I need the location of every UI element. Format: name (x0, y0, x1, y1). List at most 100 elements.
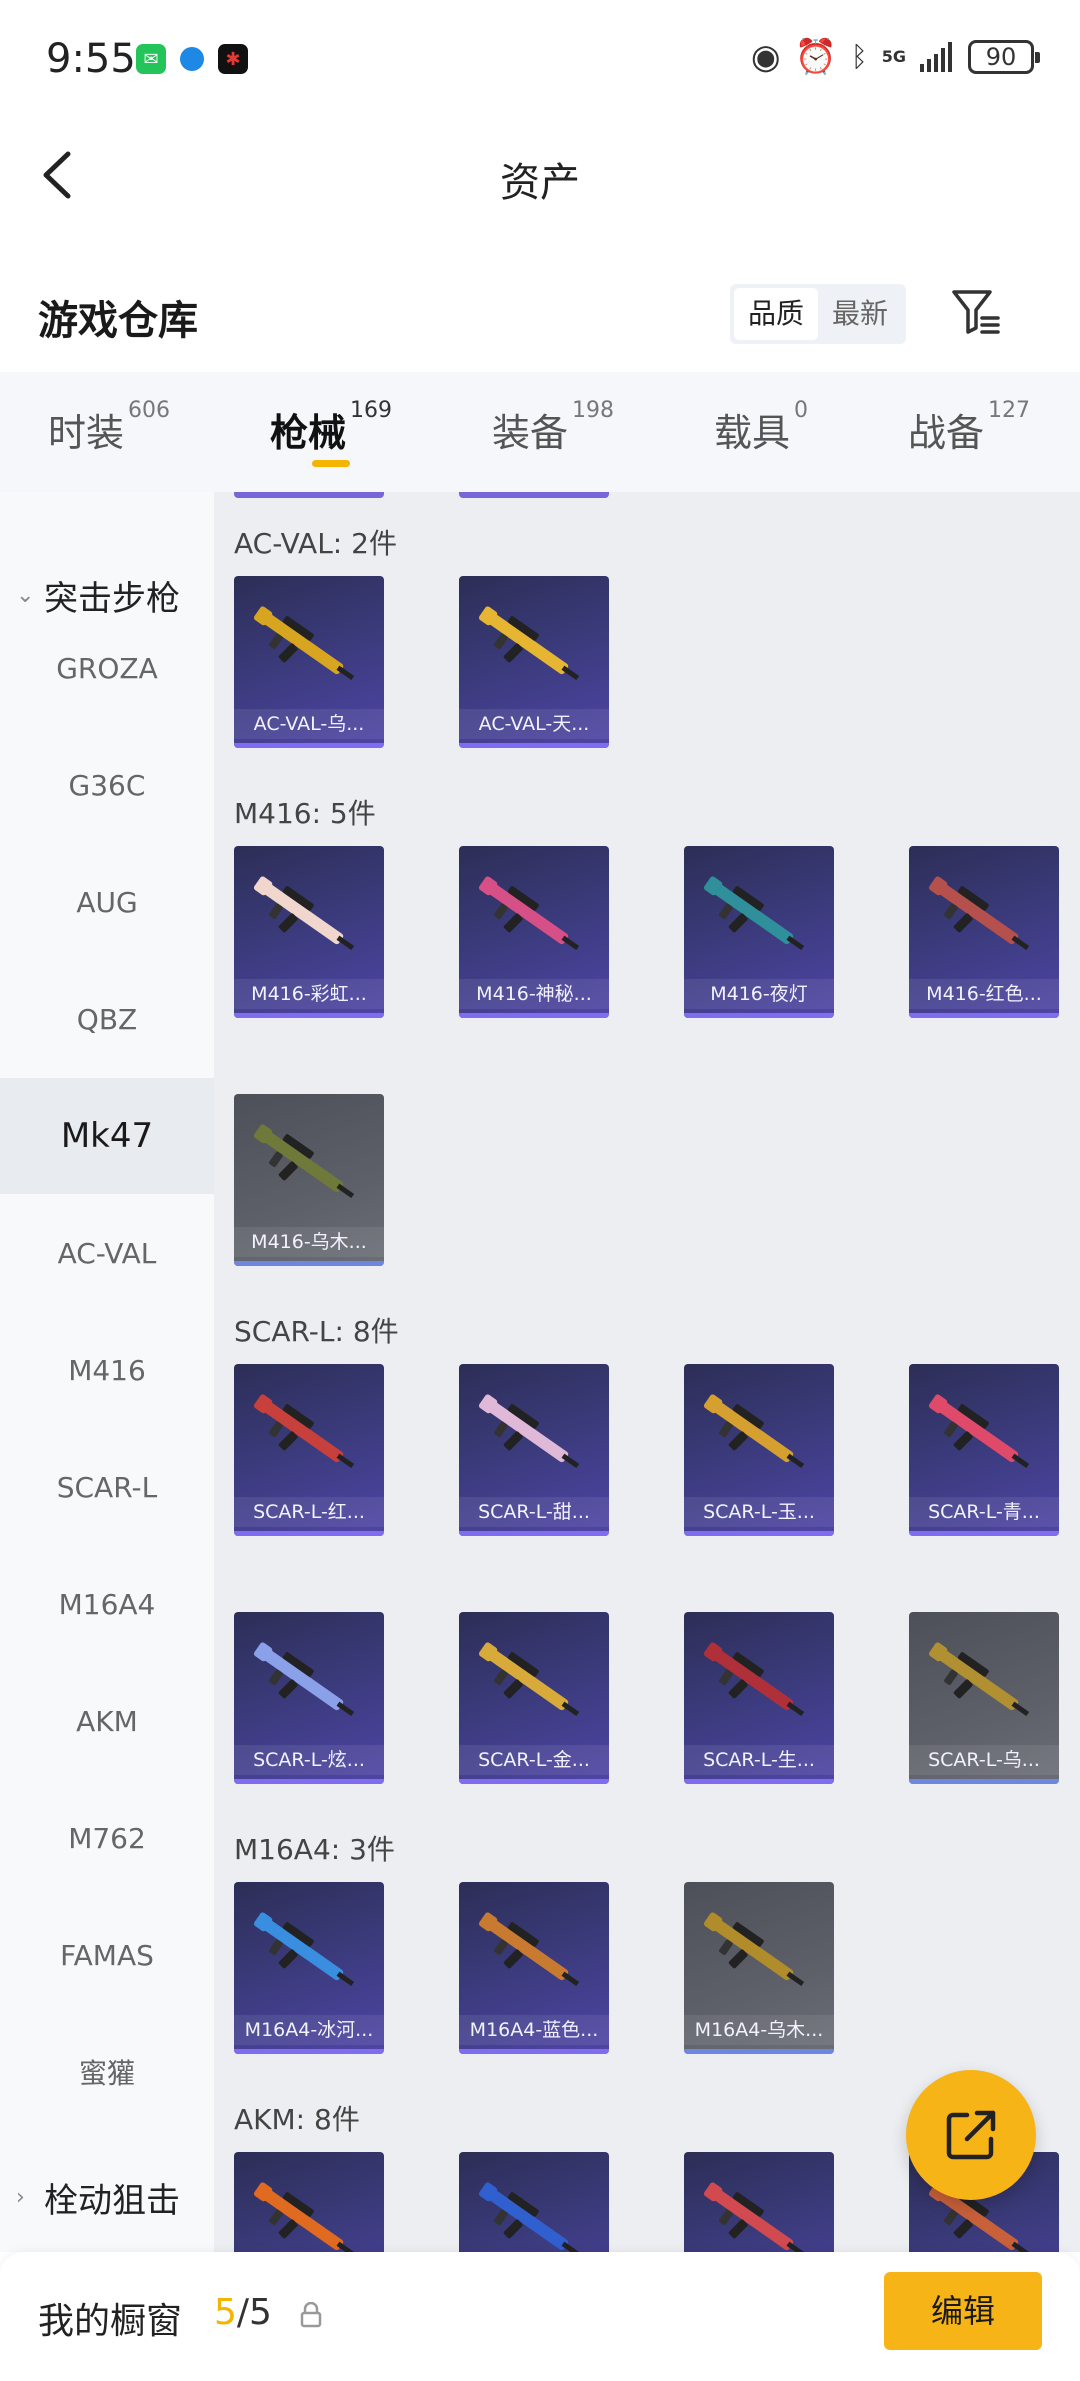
skin-card[interactable]: SCAR-L-玉... (684, 1364, 834, 1536)
skin-card[interactable]: M416-彩虹... (234, 846, 384, 1018)
sidebar-item-aug[interactable]: AUG (0, 844, 214, 960)
skin-card[interactable]: M416-乌木... (234, 1094, 384, 1266)
skin-card[interactable]: AC-VAL-乌... (234, 576, 384, 748)
nav-bar: 资产 (0, 120, 1080, 230)
sidebar-item-akm[interactable]: AKM (0, 1663, 214, 1779)
sidebar-item-m762[interactable]: M762 (0, 1780, 214, 1896)
rifle-icon (703, 2182, 805, 2252)
skin-card[interactable]: M416-红色... (909, 846, 1059, 1018)
tab-label: 战备 (908, 411, 985, 455)
eye-icon: ◉ (750, 37, 781, 77)
sidebar-item-ac-val[interactable]: AC-VAL (0, 1195, 214, 1311)
wechat-icon: ✉ (136, 44, 166, 74)
skin-card-label: AC-VAL-乌... (234, 709, 384, 739)
sidebar-item-scar-l[interactable]: SCAR-L (0, 1429, 214, 1545)
sidebar-item-honey-badger[interactable]: 蜜獾 (0, 2014, 214, 2130)
sidebar-item-g36c[interactable]: G36C (0, 727, 214, 843)
tab-count: 606 (128, 398, 171, 423)
tab-label: 载具 (714, 411, 791, 455)
rifle-icon (928, 1394, 1030, 1469)
edit-button[interactable]: 编辑 (884, 2272, 1042, 2350)
sidebar-item-m16a4[interactable]: M16A4 (0, 1546, 214, 1662)
sidebar-item-famas[interactable]: FAMAS (0, 1897, 214, 2013)
sidebar-item-qbz[interactable]: QBZ (0, 961, 214, 1077)
skin-card[interactable]: AKM-龙的传人 (234, 2152, 384, 2252)
filter-icon (952, 290, 1000, 334)
weapon-skin-grid: AC-VAL: 2件 AC-VAL-乌... AC-VAL-天... M416: 5件… (214, 492, 1080, 2252)
bluetooth-icon: ᛒ (850, 40, 868, 73)
skin-card[interactable]: AKM-王牌投手 (459, 2152, 609, 2252)
lock-icon (300, 2302, 322, 2328)
chevron-down-icon: ⌄ (16, 582, 35, 608)
skin-card[interactable]: SCAR-L-甜... (459, 1364, 609, 1536)
skin-card[interactable]: M416-神秘... (459, 846, 609, 1018)
skin-card-label: AC-VAL-天... (459, 709, 609, 739)
assets-screen: 9:55 ✉ ✱ ◉ ⏰ ᛒ 5G 90 资产 游戏仓库 品质 最新 时装606… (0, 0, 1080, 2381)
alarm-icon: ⏰ (794, 37, 837, 77)
skin-card[interactable]: SCAR-L-青... (909, 1364, 1059, 1536)
skin-card-label: SCAR-L-炫... (234, 1745, 384, 1775)
rifle-icon (478, 1912, 580, 1987)
chevron-right-icon: › (16, 2184, 25, 2210)
tab-firearms[interactable]: 枪械169 (270, 398, 392, 457)
skin-card[interactable]: M16A4-冰河... (234, 1882, 384, 2054)
skin-card-label: M16A4-冰河... (234, 2015, 384, 2045)
skin-card[interactable]: SCAR-L-金... (459, 1612, 609, 1784)
tab-vehicles[interactable]: 载具0 (714, 398, 808, 457)
rifle-icon (253, 876, 355, 951)
sidebar-group-bolt-action[interactable]: › 栓动狙击 (0, 2152, 214, 2242)
category-tabs: 时装606 枪械169 装备198 载具0 战备127 (0, 372, 1080, 492)
battery-level: 90 (985, 43, 1017, 71)
tab-label: 枪械 (270, 411, 347, 455)
status-bar: 9:55 ✉ ✱ ◉ ⏰ ᛒ 5G 90 (0, 0, 1080, 120)
tab-count: 0 (794, 398, 809, 423)
network-type: 5G (881, 47, 906, 66)
skin-card[interactable]: M16A4-蓝色... (459, 1882, 609, 2054)
skin-card-label: M416-红色... (909, 979, 1059, 1009)
skin-card-label: M416-彩虹... (234, 979, 384, 1009)
filter-button[interactable] (946, 282, 1006, 342)
skin-card-label: SCAR-L-红... (234, 1497, 384, 1527)
skin-card-label: SCAR-L-生... (684, 1745, 834, 1775)
share-button[interactable] (906, 2070, 1036, 2200)
group-header: SCAR-L: 8件 (234, 1315, 399, 1348)
group-header: M416: 5件 (234, 797, 376, 830)
sidebar-item-m416[interactable]: M416 (0, 1312, 214, 1428)
skin-card[interactable]: SCAR-L-炫... (234, 1612, 384, 1784)
tab-label: 装备 (492, 411, 569, 455)
tab-combat-supplies[interactable]: 战备127 (908, 398, 1030, 457)
showcase-count-total: /5 (236, 2292, 272, 2333)
sidebar-item-mk47[interactable]: Mk47 (0, 1078, 214, 1194)
rifle-icon (253, 1394, 355, 1469)
showcase-count-current: 5 (214, 2292, 237, 2333)
skin-card-label: SCAR-L-玉... (684, 1497, 834, 1527)
sidebar-group-label: 栓动狙击 (44, 2180, 180, 2221)
rifle-icon (703, 1912, 805, 1987)
skin-card[interactable]: AKM-破晓战魂 (684, 2152, 834, 2252)
skin-card[interactable]: SCAR-L-乌... (909, 1612, 1059, 1784)
active-tab-indicator (312, 460, 350, 467)
skin-card[interactable]: M416-夜灯 (684, 846, 834, 1018)
skin-card[interactable]: SCAR-L-红... (234, 1364, 384, 1536)
sort-quality-option[interactable]: 品质 (734, 288, 819, 340)
skin-card[interactable]: SCAR-L-生... (684, 1612, 834, 1784)
notification-icons: ✉ ✱ (136, 44, 248, 74)
skin-card-label: M16A4-蓝色... (459, 2015, 609, 2045)
skin-card[interactable]: M16A4-乌木... (684, 1882, 834, 2054)
rifle-icon (253, 1912, 355, 1987)
rifle-icon (928, 1642, 1030, 1717)
battery-icon: 90 (968, 40, 1040, 74)
sort-newest-option[interactable]: 最新 (818, 288, 902, 340)
skin-card-label: M416-夜灯 (684, 979, 834, 1009)
rifle-icon (478, 876, 580, 951)
tab-equipment[interactable]: 装备198 (492, 398, 614, 457)
skin-card-label: M16A4-乌木... (684, 2015, 834, 2045)
sidebar-item-groza[interactable]: GROZA (0, 610, 214, 726)
tab-fashion[interactable]: 时装606 (48, 398, 170, 457)
skin-card[interactable]: AC-VAL-天... (459, 576, 609, 748)
skin-card-label: SCAR-L-金... (459, 1745, 609, 1775)
tab-count: 127 (988, 398, 1031, 423)
rifle-icon (478, 1394, 580, 1469)
signal-icon (920, 42, 952, 72)
rifle-icon (478, 2182, 580, 2252)
